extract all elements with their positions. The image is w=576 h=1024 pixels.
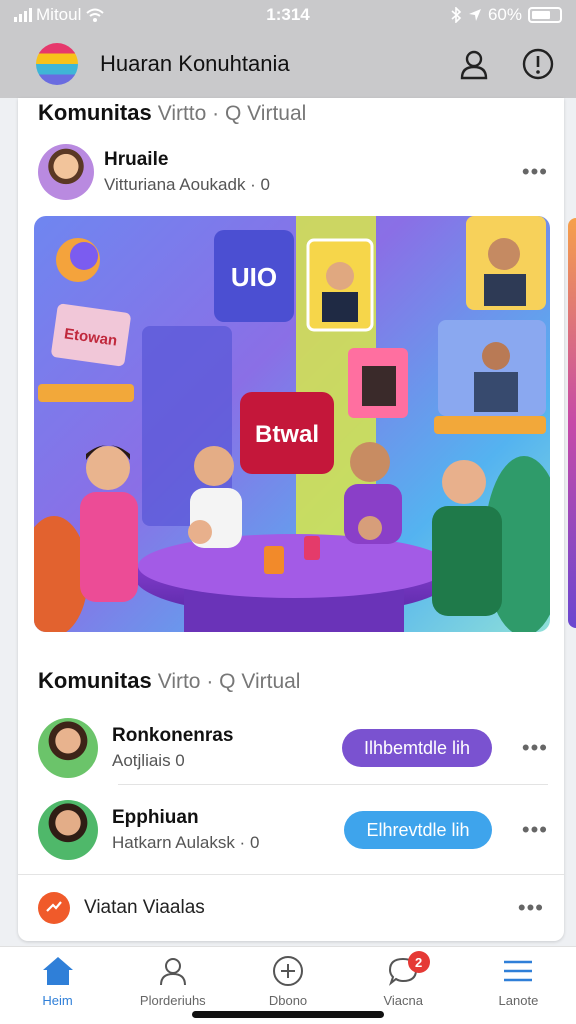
community-name: Ronkonenras — [112, 725, 234, 746]
status-bar: Mitoul 1:314 60% — [0, 0, 576, 30]
nav-menu[interactable]: Lanote — [461, 947, 576, 1024]
carrier-label: Mitoul — [36, 5, 82, 24]
signal-icon — [14, 8, 32, 22]
section-header: Komunitas Virto · Q Virtual — [38, 668, 300, 694]
home-icon — [42, 957, 73, 985]
megaphone-icon — [38, 892, 70, 924]
tile-text: UIO — [231, 262, 277, 292]
home-indicator[interactable] — [192, 1011, 384, 1018]
post-meta: Vitturiana Aoukadk · 0 — [104, 175, 271, 194]
join-button[interactable]: Elhrevtdle lih — [344, 811, 492, 849]
section-header: Komunitas Virtto · Q Virtual — [38, 100, 306, 126]
badge-text: Btwal — [255, 421, 319, 448]
share-row[interactable]: Viatan Viaalas ••• — [18, 874, 564, 941]
next-image-peek[interactable] — [568, 218, 576, 628]
clock: 1:314 — [266, 5, 310, 24]
community-item[interactable]: Ronkonenras Aotjliais 0 Ilhbemtdle lih •… — [38, 716, 548, 780]
community-meta: Aotjliais 0 — [112, 751, 185, 770]
divider — [118, 784, 548, 785]
location-icon — [468, 9, 481, 21]
bluetooth-icon — [451, 7, 462, 23]
post-header: Hruaile Vitturiana Aoukadk · 0 ••• — [38, 144, 548, 200]
nav-label: Plorderiuhs — [139, 993, 206, 1008]
community-illustration: UIO Etowan Btwal — [34, 216, 550, 632]
post-image[interactable]: UIO Etowan Btwal — [34, 216, 550, 632]
avatar[interactable] — [38, 144, 94, 200]
app-title: Huaran Konuhtania — [100, 51, 290, 76]
share-label: Viatan Viaalas — [84, 897, 205, 918]
more-options-button[interactable]: ••• — [508, 159, 548, 185]
more-options-button[interactable]: ••• — [508, 735, 548, 761]
section-title: Komunitas — [38, 100, 152, 125]
more-options-button[interactable]: ••• — [504, 895, 544, 921]
profile-button[interactable] — [454, 44, 494, 84]
user-icon — [460, 50, 488, 80]
menu-icon — [504, 960, 533, 982]
community-item[interactable]: Epphiuan Hatkarn Aulaksk · 0 Elhrevtdle … — [38, 798, 548, 862]
join-button[interactable]: Ilhbemtdle lih — [341, 729, 492, 767]
plus-circle-icon — [273, 956, 303, 986]
nav-label: Lanote — [498, 993, 539, 1008]
battery-percent: 60% — [487, 5, 522, 24]
wifi-icon — [86, 8, 105, 22]
community-name: Epphiuan — [112, 807, 199, 828]
feed-card: Komunitas Virtto · Q Virtual Hruaile Vitt… — [18, 98, 576, 941]
avatar[interactable] — [38, 718, 98, 778]
user-icon — [159, 958, 186, 986]
community-meta: Hatkarn Aulaksk · 0 — [112, 833, 260, 852]
nav-label: Viacna — [383, 993, 423, 1008]
post-author[interactable]: Hruaile — [104, 149, 508, 171]
alert-circle-icon — [522, 48, 554, 80]
more-options-button[interactable]: ••• — [508, 817, 548, 843]
battery-icon — [528, 7, 562, 23]
section-subtitle: Virto · Q Virtual — [157, 670, 301, 693]
app-logo — [36, 43, 78, 85]
app-header: Huaran Konuhtania — [0, 30, 576, 98]
section-title: Komunitas — [38, 668, 152, 693]
info-button[interactable] — [518, 44, 558, 84]
nav-label: Heim — [42, 993, 73, 1008]
nav-home[interactable]: Heim — [0, 947, 115, 1024]
section-subtitle: Virtto · Q Virtual — [157, 102, 307, 125]
avatar[interactable] — [38, 800, 98, 860]
notification-badge: 2 — [407, 951, 430, 973]
nav-label: Dbono — [268, 993, 308, 1008]
